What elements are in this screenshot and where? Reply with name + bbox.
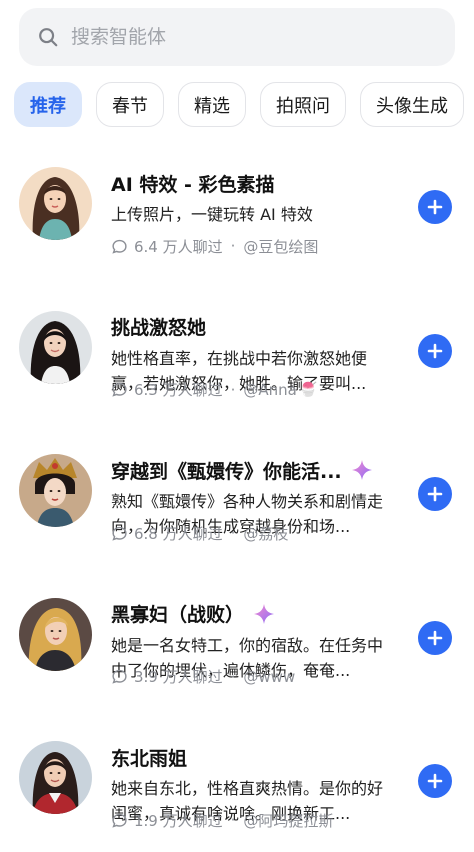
avatar [19, 167, 92, 240]
search-input[interactable] [71, 26, 391, 48]
add-agent-button[interactable] [418, 620, 452, 655]
chat-bubble-icon [112, 813, 127, 828]
agent-meta: 6.4 万人聊过 · @豆包绘图 [111, 235, 318, 257]
agent-title: AI 特效 - 彩色素描 [111, 173, 275, 196]
chat-bubble-icon [112, 526, 127, 541]
author-name[interactable]: @阿玛提拉斯 [243, 810, 333, 831]
agent-title: 挑战激怒她 [111, 317, 207, 339]
chat-count: 6.4 万人聊过 [134, 237, 223, 256]
agent-title: 穿越到《甄嬛传》你能活... [111, 460, 342, 483]
agent-title: 东北雨姐 [111, 747, 188, 770]
agent-meta: 1.9 万人聊过 · @阿玛提拉斯 [111, 809, 333, 831]
search-icon [39, 28, 58, 47]
tab-featured[interactable]: 精选 [178, 82, 246, 127]
chat-bubble-icon [112, 669, 127, 684]
woman-sketch-avatar-icon [19, 167, 92, 240]
agent-item[interactable]: 挑战激怒她 她性格直率，在挑战中若你激怒她便赢，若她激怒你，她胜。输了要叫...… [0, 294, 474, 438]
sparkle-icon [351, 460, 372, 480]
add-agent-button[interactable] [418, 477, 452, 511]
empress-avatar-icon [19, 454, 92, 527]
agent-item[interactable]: AI 特效 - 彩色素描 上传照片，一键玩转 AI 特效 6.4 万人聊过 · … [0, 150, 474, 294]
add-agent-button[interactable] [418, 333, 452, 368]
chat-count: 6.8 万人聊过 [134, 524, 223, 543]
search-bar[interactable] [19, 8, 455, 66]
add-agent-button[interactable] [418, 764, 452, 798]
chat-count: 1.9 万人聊过 [134, 811, 223, 830]
agent-meta: 6.8 万人聊过 · @荔枝 [111, 522, 288, 544]
agent-list: AI 特效 - 彩色素描 上传照片，一键玩转 AI 特效 6.4 万人聊过 · … [0, 150, 474, 852]
plus-icon [427, 343, 443, 358]
plus-icon [427, 199, 443, 215]
author-name[interactable]: @www [243, 668, 295, 686]
agent-item[interactable]: 黑寡妇（战败） 她是一名女特工，你的宿敌。在任务中中了你的埋伏，遍体鳞伤，奄奄.… [0, 581, 474, 725]
plus-icon [427, 773, 443, 789]
author-name[interactable]: @Anna [243, 381, 296, 399]
agent-title: 黑寡妇（战败） [111, 604, 245, 626]
tab-spring-festival[interactable]: 春节 [96, 82, 164, 127]
chat-bubble-icon [112, 239, 127, 254]
agent-item[interactable]: 东北雨姐 她来自东北，性格直爽热情。是你的好闺蜜，真诚有啥说啥。刚换新工... … [0, 724, 474, 852]
plus-icon [427, 486, 443, 502]
chat-bubble-icon [112, 382, 127, 397]
avatar [19, 454, 92, 527]
author-name[interactable]: @豆包绘图 [243, 236, 318, 257]
chat-count: 6.3 万人聊过 [134, 381, 223, 399]
tab-recommend[interactable]: 推荐 [14, 82, 82, 127]
plus-icon [427, 630, 443, 645]
avatar [19, 310, 92, 384]
agent-meta: 3.9 万人聊过 · @www [111, 666, 295, 688]
agent-meta: 6.3 万人聊过 · @Anna 🍧 [111, 379, 317, 401]
author-name[interactable]: @荔枝 [243, 523, 288, 544]
agent-item[interactable]: 穿越到《甄嬛传》你能活... 熟知《甄嬛传》各种人物关系和剧情走向，为你随机生成… [0, 437, 474, 581]
category-tabs: 推荐 春节 精选 拍照问 头像生成 [14, 82, 474, 128]
woman-portrait-avatar-icon [19, 310, 92, 384]
author-badge: 🍧 [299, 381, 318, 398]
tab-avatar-generate[interactable]: 头像生成 [360, 82, 464, 127]
office-woman-avatar-icon [19, 741, 92, 814]
chat-count: 3.9 万人聊过 [134, 668, 223, 686]
agent-woman-avatar-icon [19, 597, 92, 671]
tab-photo-ask[interactable]: 拍照问 [260, 82, 346, 127]
agent-description: 上传照片，一键玩转 AI 特效 [111, 205, 313, 224]
avatar [19, 597, 92, 671]
sparkle-icon [254, 603, 275, 624]
add-agent-button[interactable] [418, 190, 452, 224]
avatar [19, 741, 92, 814]
